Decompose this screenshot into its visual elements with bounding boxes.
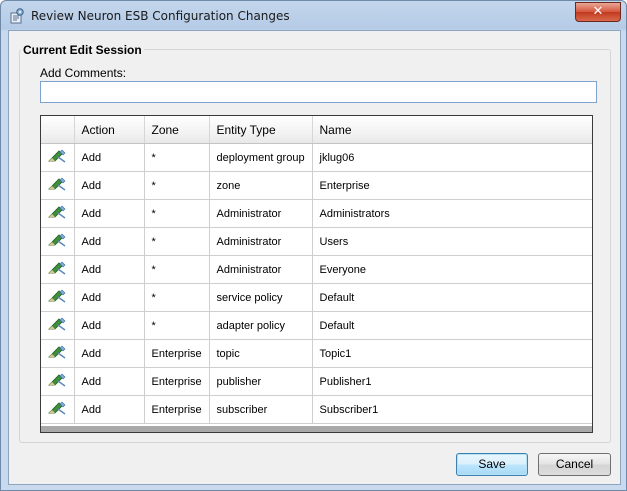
add-pencil-icon [47,149,67,166]
add-pencil-icon [47,317,67,334]
cell-name[interactable]: Everyone [312,255,592,284]
cell-action[interactable]: Add [74,339,145,368]
cell-action[interactable]: Add [74,367,145,396]
grid-body: Add * deployment group jklug06 Add * zone Enter… [41,143,592,424]
table-row[interactable]: Add * Administrator Administrators [41,199,592,228]
add-pencil-icon [47,177,67,194]
cell-name[interactable]: Users [312,227,592,256]
cell-action[interactable]: Add [74,283,145,312]
column-header-zone[interactable]: Zone [144,116,210,144]
cell-name[interactable]: Administrators [312,199,592,228]
row-icon-cell [41,255,75,284]
cell-zone[interactable]: * [144,227,210,256]
column-header-action[interactable]: Action [74,116,145,144]
cell-entity-type[interactable]: service policy [209,283,313,312]
cell-zone[interactable]: Enterprise [144,339,210,368]
row-icon-cell [41,143,75,172]
cell-zone[interactable]: * [144,255,210,284]
grid-scroll-strip [41,426,592,432]
cell-entity-type[interactable]: subscriber [209,395,313,424]
dialog-window: Review Neuron ESB Configuration Changes … [0,0,627,491]
cell-name[interactable]: Subscriber1 [312,395,592,424]
close-icon: ✕ [592,4,604,19]
cell-zone[interactable]: Enterprise [144,395,210,424]
cell-entity-type[interactable]: topic [209,339,313,368]
cell-action[interactable]: Add [74,255,145,284]
cell-zone[interactable]: * [144,311,210,340]
table-row[interactable]: Add * Administrator Users [41,227,592,256]
cell-name[interactable]: Enterprise [312,171,592,200]
row-icon-cell [41,227,75,256]
table-row[interactable]: Add * zone Enterprise [41,171,592,200]
table-row[interactable]: Add * service policy Default [41,283,592,312]
row-icon-cell [41,199,75,228]
cell-action[interactable]: Add [74,311,145,340]
comments-label: Add Comments: [40,66,127,80]
group-title: Current Edit Session [21,43,144,57]
window-title: Review Neuron ESB Configuration Changes [31,9,290,23]
cell-entity-type[interactable]: zone [209,171,313,200]
row-icon-cell [41,171,75,200]
cell-action[interactable]: Add [74,227,145,256]
cell-entity-type[interactable]: Administrator [209,255,313,284]
add-pencil-icon [47,373,67,390]
add-pencil-icon [47,401,67,418]
changes-table: Action Zone Entity Type Name Add * deploym… [41,116,592,424]
cell-name[interactable]: jklug06 [312,143,592,172]
table-row[interactable]: Add * adapter policy Default [41,311,592,340]
cell-entity-type[interactable]: Administrator [209,227,313,256]
cancel-button[interactable]: Cancel [538,453,611,476]
cell-entity-type[interactable]: adapter policy [209,311,313,340]
add-pencil-icon [47,205,67,222]
column-header-entity-type[interactable]: Entity Type [209,116,313,144]
row-icon-cell [41,339,75,368]
cell-action[interactable]: Add [74,171,145,200]
column-header-name[interactable]: Name [312,116,592,144]
table-row[interactable]: Add * Administrator Everyone [41,255,592,284]
add-pencil-icon [47,345,67,362]
cell-action[interactable]: Add [74,199,145,228]
cell-zone[interactable]: Enterprise [144,367,210,396]
close-button[interactable]: ✕ [575,2,621,22]
comments-input[interactable] [40,81,597,103]
cell-zone[interactable]: * [144,171,210,200]
grid-header-row: Action Zone Entity Type Name [41,116,592,144]
changes-grid: Action Zone Entity Type Name Add * deploym… [40,115,593,433]
table-row[interactable]: Add Enterprise publisher Publisher1 [41,367,592,396]
cell-entity-type[interactable]: publisher [209,367,313,396]
add-pencil-icon [47,289,67,306]
table-row[interactable]: Add Enterprise topic Topic1 [41,339,592,368]
cell-entity-type[interactable]: Administrator [209,199,313,228]
row-icon-cell [41,395,75,424]
row-icon-cell [41,283,75,312]
save-button[interactable]: Save [456,453,528,476]
table-row[interactable]: Add * deployment group jklug06 [41,143,592,172]
cell-entity-type[interactable]: deployment group [209,143,313,172]
cell-name[interactable]: Default [312,283,592,312]
app-config-icon [10,8,24,24]
cell-name[interactable]: Default [312,311,592,340]
cell-zone[interactable]: * [144,199,210,228]
title-bar[interactable]: Review Neuron ESB Configuration Changes … [1,1,626,31]
dialog-body: Current Edit Session Add Comments: Actio… [8,30,621,485]
add-pencil-icon [47,261,67,278]
cell-zone[interactable]: * [144,283,210,312]
add-pencil-icon [47,233,67,250]
table-row[interactable]: Add Enterprise subscriber Subscriber1 [41,395,592,424]
cell-name[interactable]: Topic1 [312,339,592,368]
cell-action[interactable]: Add [74,143,145,172]
column-header-icon[interactable] [41,116,75,144]
cell-name[interactable]: Publisher1 [312,367,592,396]
cell-action[interactable]: Add [74,395,145,424]
row-icon-cell [41,311,75,340]
cell-zone[interactable]: * [144,143,210,172]
row-icon-cell [41,367,75,396]
